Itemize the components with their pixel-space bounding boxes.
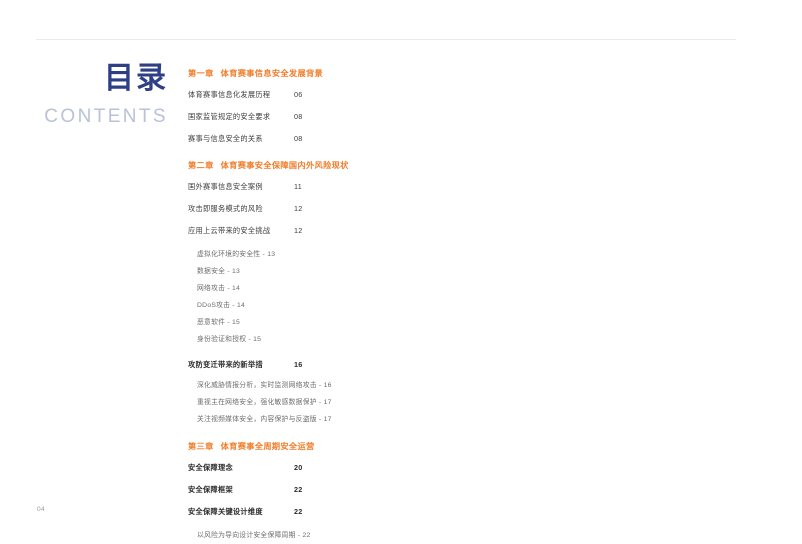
toc-entry[interactable]: 安全保障关键设计维度 22 — [188, 506, 608, 517]
toc-entry[interactable]: 国家监管规定的安全要求 08 — [188, 111, 608, 122]
toc-subentry[interactable]: DDoS攻击 - 14 — [197, 301, 608, 311]
chapter-3: 第三章 体育赛事全周期安全运营 安全保障理念 20 安全保障框架 22 安全保障关… — [188, 441, 608, 544]
toc-entry-label: 国外赛事信息安全案例 — [188, 182, 263, 191]
toc-entry-page: 22 — [294, 485, 303, 494]
toc-sublist: 虚拟化环境的安全性 - 13 数据安全 - 13 网络攻击 - 14 DDoS攻… — [188, 250, 608, 345]
toc-entry-label: 国家监管规定的安全要求 — [188, 112, 271, 121]
chapter-2-number: 第二章 — [188, 161, 214, 170]
toc-entry[interactable]: 攻防变迁带来的新举措 16 — [188, 359, 608, 370]
chapter-3-name: 体育赛事全周期安全运营 — [220, 442, 315, 451]
chapter-2-name: 体育赛事安全保障国内外风险现状 — [220, 161, 349, 170]
toc-entry[interactable]: 攻击即服务模式的风险 12 — [188, 203, 608, 214]
toc-subentry[interactable]: 关注视频媒体安全，内容保护与反盗版 - 17 — [197, 415, 608, 425]
toc-sublist: 以风险为导向设计安全保障周期 - 22 以交付标准化构筑安全实施视角 - 23 … — [188, 531, 608, 544]
table-of-contents: 第一章 体育赛事信息安全发展背景 体育赛事信息化发展历程 06 国家监管规定的安全… — [188, 68, 608, 544]
toc-page: 目录 CONTENTS 第一章 体育赛事信息安全发展背景 体育赛事信息化发展历程 … — [0, 0, 802, 544]
page-number: 04 — [37, 506, 46, 513]
toc-entry-page: 12 — [294, 226, 303, 235]
chapter-1-name: 体育赛事信息安全发展背景 — [220, 69, 324, 78]
toc-entry-label: 攻击即服务模式的风险 — [188, 204, 263, 213]
toc-entry-page: 06 — [294, 90, 303, 99]
toc-entry[interactable]: 国外赛事信息安全案例 11 — [188, 181, 608, 192]
toc-entry-page: 16 — [294, 360, 303, 369]
toc-entry-label: 安全保障框架 — [188, 485, 233, 494]
toc-subentry[interactable]: 虚拟化环境的安全性 - 13 — [197, 250, 608, 260]
chapter-1-number: 第一章 — [188, 69, 214, 78]
chapter-2: 第二章 体育赛事安全保障国内外风险现状 国外赛事信息安全案例 11 攻击即服务模式… — [188, 160, 608, 425]
toc-entry[interactable]: 安全保障框架 22 — [188, 484, 608, 495]
toc-entry-label: 安全保障理念 — [188, 463, 233, 472]
chapter-1-heading: 第一章 体育赛事信息安全发展背景 — [188, 68, 608, 80]
toc-entry[interactable]: 安全保障理念 20 — [188, 462, 608, 473]
toc-entry-page: 11 — [294, 182, 303, 191]
toc-subentry[interactable]: 以风险为导向设计安全保障周期 - 22 — [197, 531, 608, 541]
page-title-cn: 目录 — [104, 61, 168, 96]
header-divider — [36, 39, 736, 40]
toc-entry-page: 20 — [294, 463, 303, 472]
toc-entry-label: 攻防变迁带来的新举措 — [188, 360, 263, 369]
toc-entry-page: 08 — [294, 134, 303, 143]
toc-subentry[interactable]: 重视主在网络安全，强化敏感数据保护 - 17 — [197, 398, 608, 408]
toc-subentry[interactable]: 网络攻击 - 14 — [197, 284, 608, 294]
toc-entry-label: 赛事与信息安全的关系 — [188, 134, 263, 143]
toc-entry[interactable]: 体育赛事信息化发展历程 06 — [188, 89, 608, 100]
chapter-2-heading: 第二章 体育赛事安全保障国内外风险现状 — [188, 160, 608, 172]
toc-entry[interactable]: 赛事与信息安全的关系 08 — [188, 133, 608, 144]
toc-entry-label: 应用上云带来的安全挑战 — [188, 226, 271, 235]
page-title-en: CONTENTS — [44, 106, 168, 127]
toc-subentry[interactable]: 深化威胁情报分析，实时监测网络攻击 - 16 — [197, 381, 608, 391]
toc-entry-label: 安全保障关键设计维度 — [188, 507, 263, 516]
toc-entry[interactable]: 应用上云带来的安全挑战 12 — [188, 225, 608, 236]
toc-entry-page: 22 — [294, 507, 303, 516]
toc-subentry[interactable]: 身份验证和授权 - 15 — [197, 335, 608, 345]
toc-subentry[interactable]: 数据安全 - 13 — [197, 267, 608, 277]
toc-sublist: 深化威胁情报分析，实时监测网络攻击 - 16 重视主在网络安全，强化敏感数据保护… — [188, 381, 608, 425]
chapter-3-number: 第三章 — [188, 442, 214, 451]
toc-entry-page: 08 — [294, 112, 303, 121]
toc-subentry[interactable]: 恶意软件 - 15 — [197, 318, 608, 328]
page-title-block: 目录 CONTENTS — [36, 62, 168, 130]
chapter-3-heading: 第三章 体育赛事全周期安全运营 — [188, 441, 608, 453]
toc-entry-page: 12 — [294, 204, 303, 213]
toc-entry-label: 体育赛事信息化发展历程 — [188, 90, 271, 99]
chapter-1: 第一章 体育赛事信息安全发展背景 体育赛事信息化发展历程 06 国家监管规定的安全… — [188, 68, 608, 144]
